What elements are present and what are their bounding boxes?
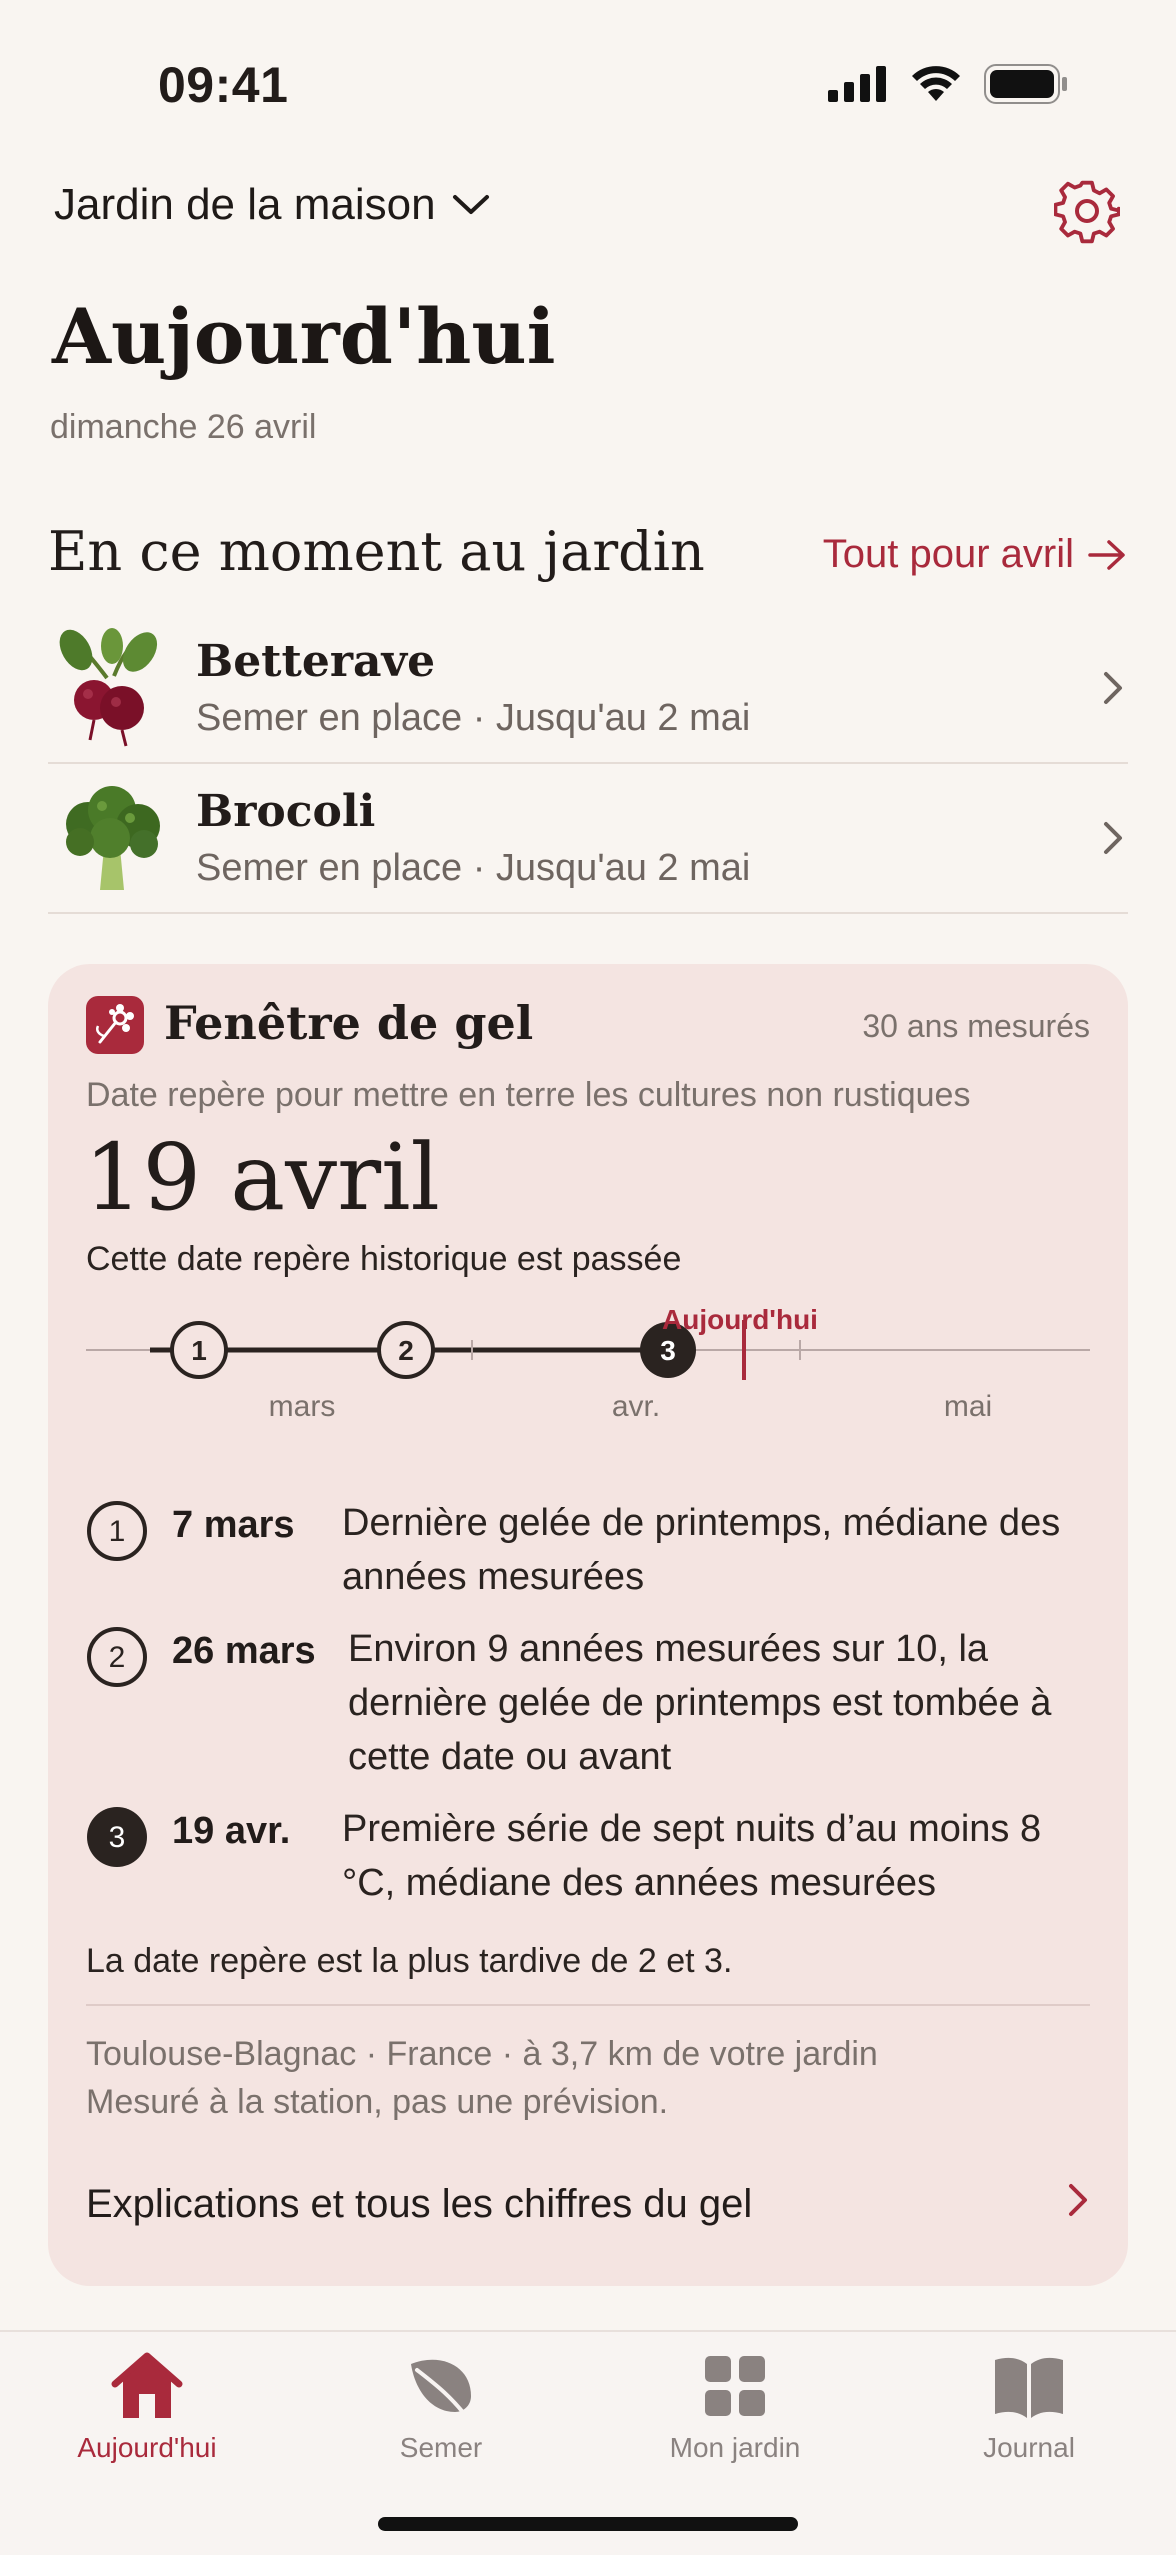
marker-1-icon: 1 [87, 1501, 147, 1561]
station-disclaimer: Mesuré à la station, pas une prévision. [86, 2083, 669, 2121]
legend-item: 1 7 mars Dernière gelée de printemps, mé… [86, 1501, 1096, 1608]
month-label: mars [269, 1390, 336, 1423]
chevron-down-icon [452, 195, 489, 214]
frost-flower-icon [86, 996, 144, 1054]
frost-years: 30 ans mesurés [862, 1008, 1090, 1044]
tab-my-garden[interactable]: Mon jardin [588, 2346, 882, 2486]
gear-icon [1053, 180, 1121, 244]
frost-timeline: Aujourd'hui 1 2 3 mars avr. mai [86, 1304, 1090, 1464]
arrow-right-icon [1088, 539, 1125, 570]
frost-date: 19 avril [84, 1124, 440, 1231]
home-indicator[interactable] [378, 2517, 798, 2531]
station-line: Toulouse-Blagnac · France · à 3,7 km de … [86, 2035, 878, 2073]
today-label: Aujourd'hui [662, 1304, 818, 1335]
crop-row-betterave[interactable]: Betterave Semer en place · Jusqu'au 2 ma… [48, 614, 1128, 764]
status-icons [828, 64, 1068, 104]
wifi-icon [912, 66, 960, 101]
chevron-right-icon[interactable] [1064, 2180, 1092, 2220]
timeline-marker-1: 1 [170, 1321, 228, 1379]
month-label: mai [944, 1390, 992, 1423]
tab-label: Journal [983, 2432, 1075, 2463]
grid-icon [705, 2356, 765, 2416]
settings-button[interactable] [1053, 178, 1121, 244]
tab-label: Semer [399, 2432, 483, 2463]
tab-today[interactable]: Aujourd'hui [0, 2346, 294, 2486]
legend-item: 3 19 avr. Première série de sept nuits d… [86, 1807, 1096, 1914]
leaf-icon [411, 2359, 471, 2422]
status-bar: 09:41 [0, 0, 1176, 150]
legend-text: Dernière gelée de printemps, médiane des… [342, 1502, 1061, 1598]
frost-note: La date repère est la plus tardive de 2 … [86, 1942, 733, 1980]
crop-detail: Semer en place · Jusqu'au 2 mai [196, 697, 751, 739]
frost-title: Fenêtre de gel [164, 996, 534, 1050]
section-title: En ce moment au jardin [48, 520, 705, 583]
crop-row-brocoli[interactable]: Brocoli Semer en place · Jusqu'au 2 mai [48, 764, 1128, 914]
legend-item: 2 26 mars Environ 9 années mesurées sur … [86, 1627, 1096, 1788]
legend-date: 26 mars [172, 1630, 316, 1672]
svg-text:2: 2 [109, 1641, 126, 1674]
svg-text:2: 2 [398, 1335, 414, 1366]
page-date: dimanche 26 avril [50, 408, 317, 446]
marker-2-icon: 2 [87, 1627, 147, 1687]
legend-text: Première série de sept nuits d’au moins … [342, 1808, 1042, 1904]
status-time: 09:41 [158, 57, 289, 113]
home-icon [111, 2352, 183, 2418]
timeline-marker-2: 2 [377, 1321, 435, 1379]
crop-name: Brocoli [196, 786, 376, 837]
crop-detail: Semer en place · Jusqu'au 2 mai [196, 847, 751, 889]
timeline-graphic: 1 2 3 mars avr. mai [86, 1320, 1090, 1423]
frost-status: Cette date repère historique est passée [86, 1240, 682, 1278]
tab-journal[interactable]: Journal [882, 2346, 1176, 2486]
cellular-signal-icon [828, 66, 886, 102]
tab-label: Mon jardin [669, 2432, 801, 2463]
all-april-link[interactable]: Tout pour avril [823, 532, 1126, 577]
frost-details-link[interactable]: Explications et tous les chiffres du gel [86, 2182, 752, 2227]
crop-list: Betterave Semer en place · Jusqu'au 2 ma… [48, 614, 1128, 914]
frost-legend: 1 7 mars Dernière gelée de printemps, mé… [86, 1501, 1096, 1936]
marker-3-icon: 3 [87, 1807, 147, 1867]
garden-name: Jardin de la maison [54, 180, 436, 229]
garden-selector[interactable]: Jardin de la maison [54, 180, 490, 230]
month-label: avr. [612, 1390, 660, 1423]
svg-text:1: 1 [191, 1335, 207, 1366]
divider [86, 2004, 1090, 2006]
all-april-link-label: Tout pour avril [822, 532, 1074, 576]
chevron-right-icon [1104, 822, 1122, 854]
svg-text:1: 1 [109, 1515, 126, 1548]
crop-name: Betterave [196, 636, 436, 687]
svg-text:3: 3 [660, 1335, 676, 1366]
frost-window-card: Fenêtre de gel 30 ans mesurés Date repèr… [48, 964, 1128, 2286]
svg-text:3: 3 [109, 1821, 126, 1854]
chevron-right-icon [1104, 672, 1122, 704]
station-info: Toulouse-Blagnac · France · à 3,7 km de … [86, 2030, 878, 2126]
beetroot-icon [59, 628, 158, 747]
tab-sow[interactable]: Semer [294, 2346, 588, 2486]
legend-text: Environ 9 années mesurées sur 10, la der… [348, 1628, 1052, 1778]
battery-icon [984, 64, 1067, 104]
page-title: Aujourd'hui [52, 292, 556, 381]
tab-label: Aujourd'hui [77, 2432, 217, 2463]
frost-description: Date repère pour mettre en terre les cul… [86, 1076, 971, 1114]
broccoli-icon [66, 786, 160, 890]
book-icon [995, 2357, 1063, 2418]
legend-date: 19 avr. [172, 1810, 291, 1852]
legend-date: 7 mars [172, 1504, 295, 1546]
